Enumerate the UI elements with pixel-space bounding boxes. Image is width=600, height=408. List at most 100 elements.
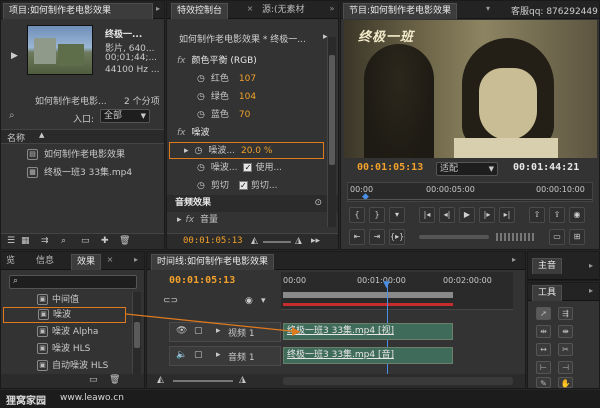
step-back-button[interactable]: ◂|	[439, 207, 455, 223]
hand-tool-icon[interactable]: ✋	[558, 377, 573, 388]
search-icon[interactable]: ⌕	[9, 110, 21, 122]
sequence-marker-icon[interactable]: ◉	[245, 296, 253, 306]
noise-type-row[interactable]: ◷ 噪波... ✓ 使用...	[167, 160, 338, 177]
track-lock-icon[interactable]: ▢	[194, 350, 203, 360]
play-button[interactable]: ▶	[459, 207, 475, 223]
panel-menu-icon[interactable]: ▸	[586, 261, 596, 271]
jog-dial[interactable]	[496, 233, 536, 241]
extract-button[interactable]: ⇪	[549, 207, 565, 223]
new-bin-icon[interactable]: ▭	[89, 375, 98, 385]
mark-out-button[interactable]: }	[369, 207, 385, 223]
zoom-out-icon[interactable]: ◭	[157, 375, 164, 385]
panel-menu-icon[interactable]: ▸	[131, 255, 141, 265]
work-area-bar[interactable]	[283, 292, 453, 298]
pen-tool-icon[interactable]: ✎	[536, 377, 551, 388]
export-frame-button[interactable]: ◉	[569, 207, 585, 223]
new-bin-icon[interactable]: ▭	[81, 236, 90, 246]
tab-program[interactable]: 节目:如何制作老电影效果	[343, 3, 458, 19]
go-to-in-button[interactable]: |◂	[419, 207, 435, 223]
effect-item-median[interactable]: ▣ 中间值	[1, 292, 144, 308]
razor-tool-icon[interactable]: ✂	[558, 343, 573, 356]
blue-value[interactable]: 70	[239, 110, 250, 120]
expand-arrow-icon[interactable]: ▸	[177, 215, 182, 225]
effect-controls-timecode[interactable]: 00:01:05:13	[183, 236, 243, 246]
effects-scrollbar[interactable]	[132, 292, 141, 374]
safe-margins-button[interactable]: ⊞	[569, 229, 585, 245]
noise-amount-row[interactable]: ▸ ◷ 噪波... 20.0 %	[169, 142, 324, 159]
timeline-zoom-slider[interactable]	[173, 380, 233, 382]
ripple-edit-tool-icon[interactable]: ⇹	[536, 325, 551, 338]
stopwatch-icon[interactable]: ◷	[197, 110, 205, 120]
tab-tools[interactable]: 工具	[532, 285, 563, 301]
timeline-hscroll[interactable]	[283, 377, 513, 385]
red-param-row[interactable]: ◷ 红色 107	[167, 71, 338, 88]
stopwatch-icon[interactable]: ◷	[197, 92, 205, 102]
project-item-sequence[interactable]: ▤ 如何制作老电影效果	[1, 147, 164, 164]
panel-close-icon[interactable]: ×	[105, 255, 115, 265]
red-value[interactable]: 107	[239, 74, 256, 84]
new-item-icon[interactable]: ✚	[101, 236, 109, 246]
lift-button[interactable]: ⇧	[529, 207, 545, 223]
tab-preview[interactable]: 览	[1, 254, 20, 270]
go-to-next-edit-button[interactable]: ⇥	[369, 229, 385, 245]
effect-item-noise-alpha[interactable]: ▣ 噪波 Alpha	[1, 324, 144, 340]
effect-controls-scrollbar[interactable]	[327, 37, 336, 227]
clip-param-row[interactable]: ◷ 剪切 ✓ 剪切...	[167, 178, 338, 195]
program-current-timecode[interactable]: 00:01:05:13	[357, 162, 423, 173]
program-menu-icon[interactable]: ▾	[483, 4, 493, 14]
clip-result-checkbox[interactable]: ✓	[238, 181, 248, 190]
panel-menu-icon[interactable]: ×	[245, 4, 255, 14]
go-to-out-button[interactable]: ▸|	[499, 207, 515, 223]
green-param-row[interactable]: ◷ 绿色 104	[167, 89, 338, 106]
icon-view-icon[interactable]: ▦	[21, 236, 30, 246]
delete-icon[interactable]: 🗑	[109, 375, 120, 385]
tab-info[interactable]: 信息	[31, 254, 59, 270]
fit-select[interactable]: 适配 ▼	[436, 162, 498, 176]
timeline-ruler[interactable]: 00:00 00:01:00:00 00:02:00:00	[281, 272, 513, 310]
track-select-tool-icon[interactable]: ⇶	[558, 307, 573, 320]
color-balance-row[interactable]: fx 颜色平衡 (RGB)	[167, 53, 338, 70]
effect-item-auto-noise-hls[interactable]: ▣ 自动噪波 HLS	[1, 358, 144, 374]
automate-icon[interactable]: ⇉	[41, 236, 49, 246]
set-marker-button[interactable]: ▾	[389, 207, 405, 223]
expand-arrow-icon[interactable]: ▸	[216, 326, 221, 336]
play-thumbnail-icon[interactable]: ▶	[11, 51, 23, 63]
speaker-icon[interactable]: 🔈	[176, 350, 187, 360]
collapse-up-icon[interactable]: ⊙	[314, 195, 322, 212]
tab-effects[interactable]: 效果	[71, 254, 102, 270]
keyframe-nav-icon[interactable]: ▸▸	[311, 236, 320, 246]
program-playhead-icon[interactable]: ◆	[362, 192, 369, 202]
selection-tool-icon[interactable]: ➚	[536, 307, 551, 320]
use-color-noise-checkbox[interactable]: ✓	[243, 163, 253, 172]
blue-param-row[interactable]: ◷ 蓝色 70	[167, 107, 338, 124]
panel-close-icon[interactable]: ▸	[509, 255, 519, 265]
panel-menu-icon[interactable]: ▸	[586, 286, 596, 296]
panel-menu-icon[interactable]: ▸	[153, 4, 163, 14]
add-marker-icon[interactable]: ▾	[261, 296, 266, 306]
zoom-out-icon[interactable]: ◭	[251, 236, 258, 246]
stopwatch-icon[interactable]: ◷	[195, 146, 203, 156]
tab-effect-controls[interactable]: 特效控制台	[171, 3, 229, 19]
zoom-in-icon[interactable]: ◮	[239, 375, 246, 385]
mark-in-button[interactable]: {	[349, 207, 365, 223]
snap-icon[interactable]: ⊂⊃	[163, 296, 178, 306]
playhead-handle-icon[interactable]: ▼	[383, 280, 390, 290]
stopwatch-icon[interactable]: ◷	[197, 181, 205, 191]
noise-amount-value[interactable]: 20.0 %	[241, 146, 272, 156]
tab-project[interactable]: 项目:如何制作老电影效果	[3, 3, 153, 19]
expand-arrow-icon[interactable]: ▸	[216, 350, 221, 360]
tab-source[interactable]: 源:(无素材	[257, 3, 327, 19]
track-lock-icon[interactable]: ▢	[194, 326, 203, 336]
step-forward-button[interactable]: |▸	[479, 207, 495, 223]
list-view-icon[interactable]: ☰	[7, 236, 15, 246]
go-to-prev-edit-button[interactable]: ⇤	[349, 229, 365, 245]
shuttle-slider[interactable]	[419, 235, 489, 239]
project-item-clip[interactable]: ▦ 终极一班3 33集.mp4	[1, 165, 164, 182]
volume-effect-row[interactable]: ▸ fx 音量	[167, 212, 338, 229]
output-button[interactable]: ▭	[549, 229, 565, 245]
effect-item-noise-hls[interactable]: ▣ 噪波 HLS	[1, 341, 144, 357]
panel-overflow-icon[interactable]: »	[327, 4, 337, 14]
rate-stretch-tool-icon[interactable]: ↔	[536, 343, 551, 356]
name-column-header[interactable]: 名称 ▲	[1, 129, 164, 144]
zoom-slider[interactable]	[263, 241, 291, 243]
